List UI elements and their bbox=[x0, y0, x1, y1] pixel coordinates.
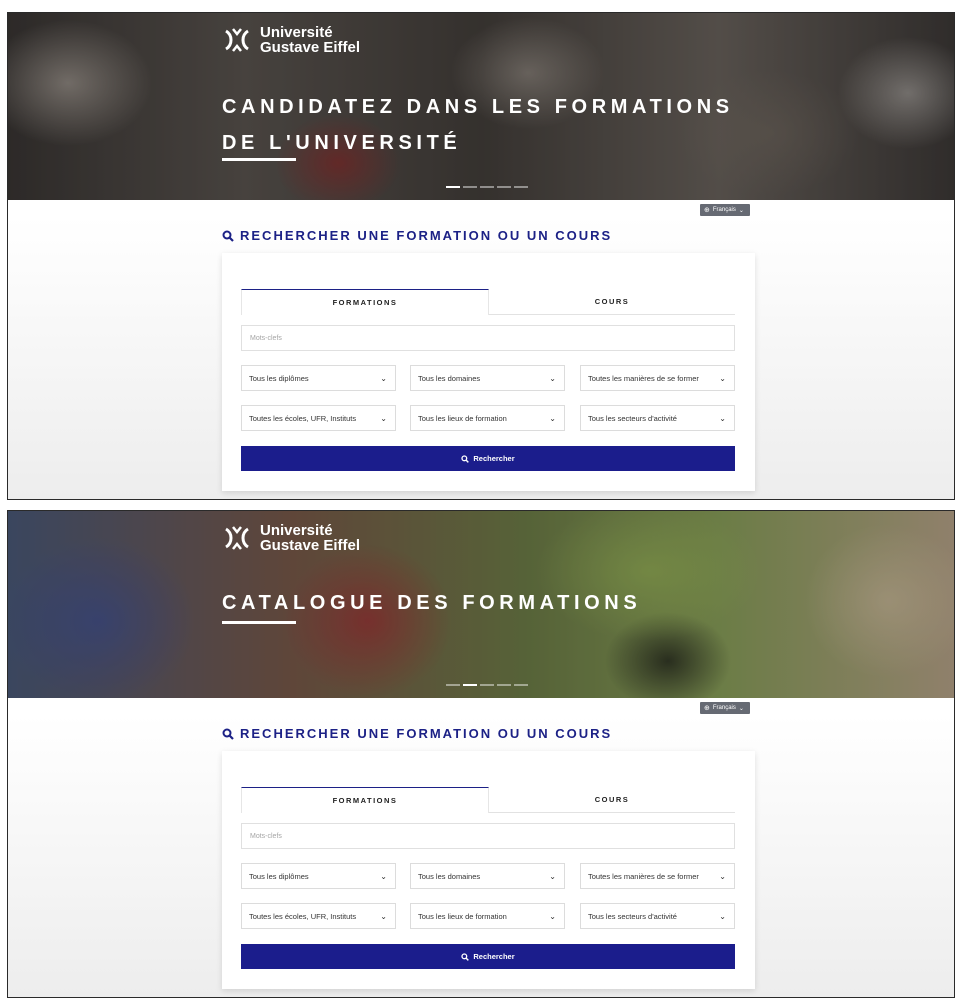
search-icon bbox=[461, 454, 470, 463]
carousel-dot[interactable] bbox=[514, 684, 528, 686]
logo-line-2: Gustave Eiffel bbox=[260, 39, 361, 56]
search-icon bbox=[461, 952, 470, 961]
tab-cours[interactable]: COURS bbox=[489, 787, 735, 813]
screenshot-candidatez: Université Gustave Eiffel CANDIDATEZ DAN… bbox=[7, 12, 955, 500]
eiffel-logo-icon bbox=[225, 526, 249, 550]
keywords-input[interactable]: Mots-clefs bbox=[241, 325, 735, 351]
carousel-dot[interactable] bbox=[497, 684, 511, 686]
chevron-down-icon: ⌄ bbox=[380, 373, 387, 383]
tab-cours[interactable]: COURS bbox=[489, 289, 735, 315]
search-tabs: FORMATIONS COURS bbox=[241, 289, 735, 315]
chevron-down-icon: ⌄ bbox=[380, 413, 387, 423]
chevron-down-icon: ⌄ bbox=[738, 207, 744, 214]
select-domaines[interactable]: Tous les domaines ⌄ bbox=[410, 863, 565, 889]
carousel-dot[interactable] bbox=[463, 186, 477, 188]
hero-banner: Université Gustave Eiffel CANDIDATEZ DAN… bbox=[8, 13, 954, 200]
carousel-dot[interactable] bbox=[463, 684, 477, 686]
hero-title-underline bbox=[222, 158, 296, 161]
logo-line-1: Université bbox=[260, 24, 333, 41]
search-icon bbox=[222, 230, 234, 242]
search-card: FORMATIONS COURS Mots-clefs Tous les dip… bbox=[222, 751, 755, 989]
language-selector[interactable]: ⊕ Français ⌄ bbox=[700, 204, 750, 216]
globe-icon: ⊕ bbox=[704, 207, 710, 214]
select-diplomes[interactable]: Tous les diplômes ⌄ bbox=[241, 863, 396, 889]
language-label: Français bbox=[712, 207, 736, 213]
hero-title: CANDIDATEZ DANS LES FORMATIONS DE L'UNIV… bbox=[222, 96, 734, 154]
hero-title: CATALOGUE DES FORMATIONS bbox=[222, 592, 642, 614]
chevron-down-icon: ⌄ bbox=[738, 705, 744, 712]
university-logo[interactable]: Université Gustave Eiffel bbox=[222, 523, 360, 553]
chevron-down-icon: ⌄ bbox=[549, 911, 556, 921]
select-lieux[interactable]: Tous les lieux de formation ⌄ bbox=[410, 405, 565, 431]
chevron-down-icon: ⌄ bbox=[719, 413, 726, 423]
carousel-dot[interactable] bbox=[497, 186, 511, 188]
eiffel-logo-icon bbox=[225, 28, 249, 52]
chevron-down-icon: ⌄ bbox=[380, 911, 387, 921]
chevron-down-icon: ⌄ bbox=[719, 911, 726, 921]
chevron-down-icon: ⌄ bbox=[549, 373, 556, 383]
university-logo[interactable]: Université Gustave Eiffel bbox=[222, 25, 360, 55]
carousel-indicators bbox=[446, 684, 528, 686]
select-lieux[interactable]: Tous les lieux de formation ⌄ bbox=[410, 903, 565, 929]
carousel-dot[interactable] bbox=[514, 186, 528, 188]
search-tabs: FORMATIONS COURS bbox=[241, 787, 735, 813]
search-heading: RECHERCHER UNE FORMATION OU UN COURS bbox=[222, 726, 612, 741]
carousel-dot[interactable] bbox=[446, 684, 460, 686]
logo-line-1: Université bbox=[260, 522, 333, 539]
select-secteurs[interactable]: Tous les secteurs d'activité ⌄ bbox=[580, 405, 735, 431]
search-icon bbox=[222, 728, 234, 740]
carousel-dot[interactable] bbox=[480, 186, 494, 188]
carousel-dot[interactable] bbox=[480, 684, 494, 686]
select-secteurs[interactable]: Tous les secteurs d'activité ⌄ bbox=[580, 903, 735, 929]
chevron-down-icon: ⌄ bbox=[549, 871, 556, 881]
search-submit-button[interactable]: Rechercher bbox=[241, 446, 735, 471]
select-ecoles[interactable]: Toutes les écoles, UFR, Instituts ⌄ bbox=[241, 405, 396, 431]
search-card: FORMATIONS COURS Mots-clefs Tous les dip… bbox=[222, 253, 755, 491]
hero-title-underline bbox=[222, 621, 296, 624]
tab-formations[interactable]: FORMATIONS bbox=[241, 787, 489, 813]
carousel-indicators bbox=[446, 186, 528, 188]
globe-icon: ⊕ bbox=[704, 705, 710, 712]
logo-line-2: Gustave Eiffel bbox=[260, 537, 361, 554]
select-domaines[interactable]: Tous les domaines ⌄ bbox=[410, 365, 565, 391]
select-ecoles[interactable]: Toutes les écoles, UFR, Instituts ⌄ bbox=[241, 903, 396, 929]
search-heading: RECHERCHER UNE FORMATION OU UN COURS bbox=[222, 228, 612, 243]
language-label: Français bbox=[712, 705, 736, 711]
select-manieres[interactable]: Toutes les manières de se former ⌄ bbox=[580, 365, 735, 391]
select-diplomes[interactable]: Tous les diplômes ⌄ bbox=[241, 365, 396, 391]
select-manieres[interactable]: Toutes les manières de se former ⌄ bbox=[580, 863, 735, 889]
screenshot-catalogue: Université Gustave Eiffel CATALOGUE DES … bbox=[7, 510, 955, 998]
chevron-down-icon: ⌄ bbox=[719, 373, 726, 383]
search-submit-button[interactable]: Rechercher bbox=[241, 944, 735, 969]
chevron-down-icon: ⌄ bbox=[549, 413, 556, 423]
chevron-down-icon: ⌄ bbox=[380, 871, 387, 881]
carousel-dot[interactable] bbox=[446, 186, 460, 188]
language-selector[interactable]: ⊕ Français ⌄ bbox=[700, 702, 750, 714]
chevron-down-icon: ⌄ bbox=[719, 871, 726, 881]
tab-formations[interactable]: FORMATIONS bbox=[241, 289, 489, 315]
hero-banner: Université Gustave Eiffel CATALOGUE DES … bbox=[8, 511, 954, 698]
keywords-input[interactable]: Mots-clefs bbox=[241, 823, 735, 849]
